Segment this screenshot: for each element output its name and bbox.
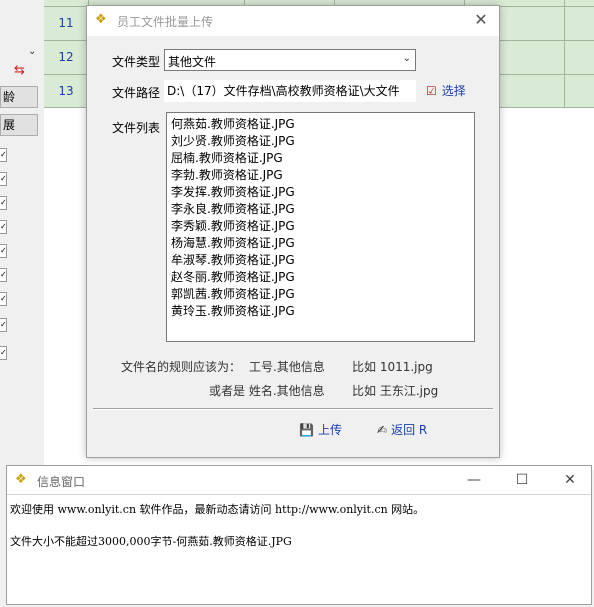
rule-2-example: 比如 王东江.jpg (352, 384, 439, 398)
chevron-down-icon[interactable]: ⌄ (403, 53, 411, 64)
left-button-2[interactable]: 展 (0, 114, 38, 136)
app-icon: ❖ (15, 472, 27, 487)
file-type-value: 其他文件 (168, 55, 217, 69)
list-item[interactable]: 李发挥.教师资格证.JPG (171, 184, 470, 201)
minimize-icon[interactable]: — (461, 470, 487, 490)
list-item[interactable]: 屈楠.教师资格证.JPG (171, 150, 470, 167)
row-number: 12 (58, 50, 74, 64)
list-item[interactable]: 李勃.教师资格证.JPG (171, 167, 470, 184)
row-checkbox[interactable]: ✓ (0, 268, 7, 282)
file-type-select[interactable]: 其他文件 ⌄ (164, 49, 416, 71)
info-window: ❖ 信息窗口 — ☐ ✕ 欢迎使用 www.onlyit.cn 软件作品，最新动… (6, 465, 592, 605)
chevron-down-icon[interactable]: ⌄ (28, 46, 36, 57)
list-item[interactable]: 杨海慧.教师资格证.JPG (171, 235, 470, 252)
rule-prefix: 文件名的规则应该为： (121, 360, 242, 374)
dialog-title-bar[interactable]: ❖ 员工文件批量上传 ✕ (87, 6, 499, 36)
info-message-error: 文件大小不能超过3000,000字节-何燕茹.教师资格证.JPG (10, 535, 292, 548)
checklist-icon: ☑ (426, 84, 437, 98)
info-title-bar[interactable]: ❖ 信息窗口 — ☐ ✕ (7, 466, 591, 494)
list-item[interactable]: 李秀颖.教师资格证.JPG (171, 218, 470, 235)
rule-1-example: 比如 1011.jpg (352, 360, 433, 374)
list-item[interactable]: 赵冬丽.教师资格证.JPG (171, 269, 470, 286)
list-item[interactable]: 何燕茹.教师资格证.JPG (171, 116, 470, 133)
row-checkbox[interactable]: ✓ (0, 318, 7, 332)
list-item[interactable]: 李永良.教师资格证.JPG (171, 201, 470, 218)
info-window-title: 信息窗口 (37, 475, 86, 489)
app-icon: ❖ (95, 12, 107, 27)
list-item[interactable]: 黄玲玉.教师资格证.JPG (171, 303, 470, 320)
rule-1: 工号.其他信息 (249, 360, 325, 374)
list-item[interactable]: 牟淑琴.教师资格证.JPG (171, 252, 470, 269)
info-message-welcome: 欢迎使用 www.onlyit.cn 软件作品，最新动态请访问 http://w… (10, 503, 425, 516)
file-type-label: 文件类型 (112, 55, 161, 69)
back-label: 返回 R (391, 423, 428, 437)
left-button-1[interactable]: 龄 (0, 86, 38, 108)
back-icon: ✍ (377, 423, 388, 437)
file-path-label: 文件路径 (112, 86, 161, 100)
row-number: 13 (58, 84, 74, 98)
list-item[interactable]: 郭凯茜.教师资格证.JPG (171, 286, 470, 303)
file-list-label: 文件列表 (112, 121, 161, 135)
row-checkbox[interactable]: ✓ (0, 172, 7, 186)
row-checkbox[interactable]: ✓ (0, 196, 7, 210)
maximize-icon[interactable]: ☐ (509, 470, 535, 490)
row-checkbox[interactable]: ✓ (0, 346, 7, 360)
row-checkbox[interactable]: ✓ (0, 148, 7, 162)
row-checkbox[interactable]: ✓ (0, 244, 7, 258)
swap-icon[interactable]: ⇆ (14, 64, 32, 78)
row-checkbox[interactable]: ✓ (0, 292, 7, 306)
upload-button[interactable]: 💾 上传 (299, 421, 342, 438)
back-button[interactable]: ✍ 返回 R (377, 421, 427, 438)
dialog-title: 员工文件批量上传 (117, 15, 214, 29)
save-icon: 💾 (299, 423, 314, 437)
row-checkbox[interactable]: ✓ (0, 220, 7, 234)
row-number: 11 (58, 16, 74, 30)
choose-folder-button[interactable]: ☑ 选择 (426, 82, 466, 99)
list-item[interactable]: 刘少贤.教师资格证.JPG (171, 133, 470, 150)
info-message-area[interactable]: 欢迎使用 www.onlyit.cn 软件作品，最新动态请访问 http://w… (7, 494, 591, 607)
close-icon[interactable]: ✕ (557, 470, 583, 490)
choose-folder-label: 选择 (441, 84, 466, 98)
close-icon[interactable]: ✕ (471, 10, 491, 30)
batch-upload-dialog: ❖ 员工文件批量上传 ✕ 文件类型 其他文件 ⌄ 文件路径 D:\（17）文件存… (86, 5, 500, 458)
file-path-field[interactable]: D:\（17）文件存档\高校教师资格证\大文件 (164, 80, 416, 102)
divider (93, 408, 493, 410)
rule-2: 或者是 姓名.其他信息 (209, 384, 325, 398)
file-list[interactable]: 何燕茹.教师资格证.JPG 刘少贤.教师资格证.JPG 屈楠.教师资格证.JPG… (166, 112, 475, 342)
upload-label: 上传 (317, 423, 342, 437)
